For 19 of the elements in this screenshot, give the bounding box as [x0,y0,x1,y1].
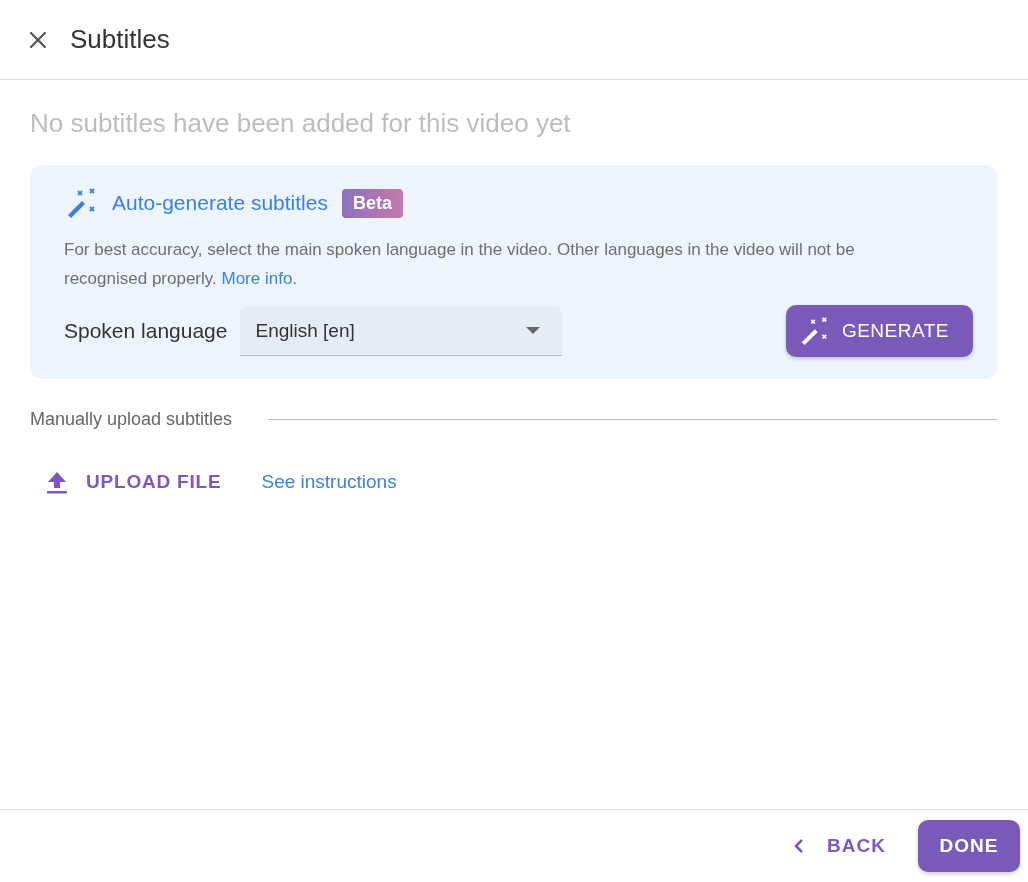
back-button[interactable]: BACK [787,834,892,858]
upload-icon [46,470,68,494]
see-instructions-link[interactable]: See instructions [261,471,397,493]
close-icon [28,29,48,50]
generate-button[interactable]: GENERATE [785,305,973,357]
chevron-left-icon [793,838,806,854]
language-select[interactable]: English [en] [240,306,563,356]
section-heading: Manually upload subtitles [30,409,233,430]
more-info-link[interactable]: More info. [221,269,298,288]
done-button[interactable]: DONE [918,820,1020,872]
field-label: Spoken language [64,319,228,343]
upload-file-button[interactable]: UPLOAD FILE [46,470,222,494]
beta-badge: Beta [341,188,403,218]
section-title: Auto-generate subtitles [112,191,328,215]
description-text: For best accuracy, select the main spoken language in the video. Other languages in the video will not be recognised properly. More info. [64,239,856,290]
dialog-title: Subtitles [70,24,170,55]
dropdown-arrow-icon [526,327,541,334]
close-button[interactable] [28,29,48,50]
empty-message: No subtitles have been added for this video yet [30,108,572,139]
